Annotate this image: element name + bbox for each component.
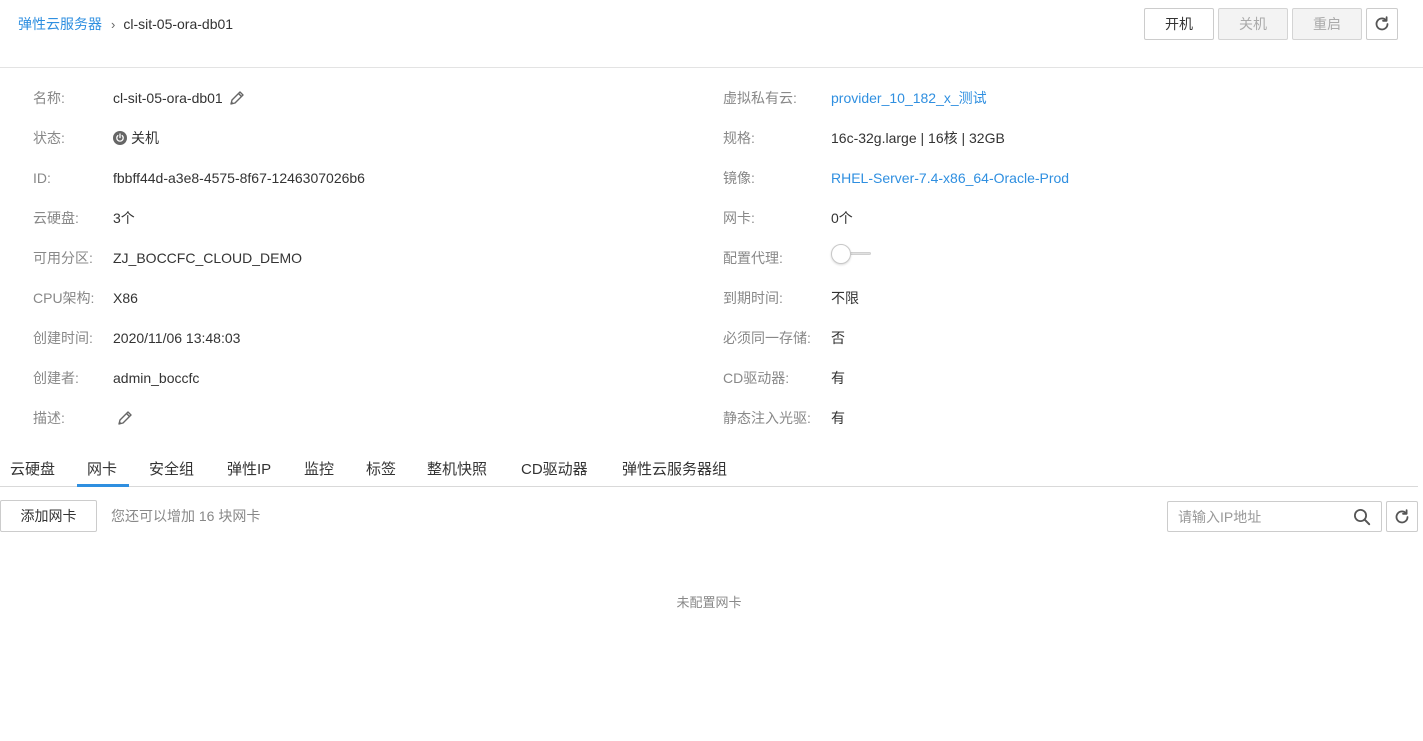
tab-tags[interactable]: 标签 bbox=[366, 458, 396, 479]
tab-snapshot[interactable]: 整机快照 bbox=[427, 458, 487, 479]
breadcrumb-separator: › bbox=[111, 16, 116, 32]
detail-label: 云硬盘: bbox=[33, 210, 79, 226]
detail-label: 到期时间: bbox=[723, 290, 783, 306]
detail-label: 静态注入光驱: bbox=[723, 410, 811, 426]
breadcrumb-parent-link[interactable]: 弹性云服务器 bbox=[18, 14, 102, 34]
detail-row-same-storage: 必须同一存储: 否 bbox=[723, 328, 1413, 348]
detail-label: 描述: bbox=[33, 410, 65, 426]
refresh-icon bbox=[1375, 16, 1389, 31]
refresh-button[interactable] bbox=[1366, 8, 1398, 40]
detail-value: 16c-32g.large | 16核 | 32GB bbox=[831, 130, 1005, 146]
tab-server-group[interactable]: 弹性云服务器组 bbox=[622, 458, 727, 479]
tab-cloud-disk[interactable]: 云硬盘 bbox=[10, 458, 55, 479]
add-nic-button[interactable]: 添加网卡 bbox=[0, 500, 97, 532]
server-name-value: cl-sit-05-ora-db01 bbox=[113, 90, 223, 106]
detail-row-status: 状态: 关机 bbox=[33, 128, 683, 148]
proxy-toggle[interactable] bbox=[831, 244, 873, 264]
ip-search-input[interactable] bbox=[1168, 502, 1344, 531]
detail-label: 可用分区: bbox=[33, 250, 93, 266]
ip-search-box bbox=[1167, 501, 1382, 532]
detail-row-nics: 网卡: 0个 bbox=[723, 208, 1413, 228]
tab-security-group[interactable]: 安全组 bbox=[149, 458, 194, 479]
start-button[interactable]: 开机 bbox=[1144, 8, 1214, 40]
detail-value: 有 bbox=[831, 410, 845, 426]
detail-value: 不限 bbox=[831, 290, 859, 306]
tab-elastic-ip[interactable]: 弹性IP bbox=[227, 458, 271, 479]
detail-row-name: 名称: cl-sit-05-ora-db01 bbox=[33, 88, 683, 108]
restart-button[interactable]: 重启 bbox=[1292, 8, 1362, 40]
detail-value: 3个 bbox=[113, 210, 135, 226]
detail-value: X86 bbox=[113, 290, 138, 306]
detail-row-flavor: 规格: 16c-32g.large | 16核 | 32GB bbox=[723, 128, 1413, 148]
breadcrumb-current: cl-sit-05-ora-db01 bbox=[123, 16, 234, 32]
detail-label: 镜像: bbox=[723, 170, 755, 186]
status-value: 关机 bbox=[131, 130, 159, 146]
detail-value: 否 bbox=[831, 330, 845, 346]
stop-button[interactable]: 关机 bbox=[1218, 8, 1288, 40]
toggle-knob bbox=[831, 244, 851, 264]
detail-label: 虚拟私有云: bbox=[723, 90, 797, 106]
detail-label: CPU架构: bbox=[33, 290, 95, 306]
detail-row-zone: 可用分区: ZJ_BOCCFC_CLOUD_DEMO bbox=[33, 248, 683, 268]
power-off-icon bbox=[113, 131, 127, 145]
detail-label: 规格: bbox=[723, 130, 755, 146]
detail-row-static-cd: 静态注入光驱: 有 bbox=[723, 408, 1413, 428]
detail-value: admin_boccfc bbox=[113, 370, 200, 386]
detail-tabs: 云硬盘 网卡 安全组 弹性IP 监控 标签 整机快照 CD驱动器 弹性云服务器组 bbox=[0, 450, 1418, 487]
detail-row-description: 描述: bbox=[33, 408, 683, 428]
detail-value bbox=[113, 410, 133, 426]
detail-row-cd-drive: CD驱动器: 有 bbox=[723, 368, 1413, 388]
header-bar: 弹性云服务器 › cl-sit-05-ora-db01 开机 关机 重启 bbox=[0, 0, 1423, 68]
image-link[interactable]: RHEL-Server-7.4-x86_64-Oracle-Prod bbox=[831, 170, 1069, 186]
detail-label: 网卡: bbox=[723, 210, 755, 226]
detail-label: ID: bbox=[33, 170, 51, 186]
detail-value bbox=[831, 244, 873, 264]
detail-value: 0个 bbox=[831, 210, 853, 226]
detail-label: 创建时间: bbox=[33, 330, 93, 346]
tab-cd-drive[interactable]: CD驱动器 bbox=[521, 458, 588, 479]
nic-refresh-button[interactable] bbox=[1386, 501, 1418, 532]
detail-row-created-time: 创建时间: 2020/11/06 13:48:03 bbox=[33, 328, 683, 348]
edit-name-pencil-icon[interactable] bbox=[229, 90, 245, 106]
refresh-icon bbox=[1395, 508, 1409, 523]
detail-label: 创建者: bbox=[33, 370, 79, 386]
search-icon[interactable] bbox=[1353, 508, 1371, 526]
detail-row-image: 镜像: RHEL-Server-7.4-x86_64-Oracle-Prod bbox=[723, 168, 1413, 188]
detail-row-id: ID: fbbff44d-a3e8-4575-8f67-1246307026b6 bbox=[33, 168, 683, 188]
detail-label: 必须同一存储: bbox=[723, 330, 811, 346]
detail-value: fbbff44d-a3e8-4575-8f67-1246307026b6 bbox=[113, 170, 365, 186]
tab-monitor[interactable]: 监控 bbox=[304, 458, 334, 479]
empty-state-text: 未配置网卡 bbox=[676, 595, 742, 610]
detail-row-creator: 创建者: admin_boccfc bbox=[33, 368, 683, 388]
detail-row-vpc: 虚拟私有云: provider_10_182_x_测试 bbox=[723, 88, 1413, 108]
edit-description-pencil-icon[interactable] bbox=[117, 410, 133, 426]
detail-value: 有 bbox=[831, 370, 845, 386]
vpc-link[interactable]: provider_10_182_x_测试 bbox=[831, 88, 987, 108]
detail-label: 状态: bbox=[33, 130, 65, 146]
active-tab-indicator bbox=[77, 484, 129, 487]
detail-value: 2020/11/06 13:48:03 bbox=[113, 330, 241, 346]
detail-value: ZJ_BOCCFC_CLOUD_DEMO bbox=[113, 250, 303, 266]
detail-value: cl-sit-05-ora-db01 bbox=[113, 90, 245, 106]
detail-row-disks: 云硬盘: 3个 bbox=[33, 208, 683, 228]
detail-label: 配置代理: bbox=[723, 250, 783, 266]
detail-value: 关机 bbox=[113, 128, 159, 148]
detail-row-expiry: 到期时间: 不限 bbox=[723, 288, 1413, 308]
detail-row-cpu-arch: CPU架构: X86 bbox=[33, 288, 683, 308]
tab-nic[interactable]: 网卡 bbox=[87, 458, 117, 479]
detail-label: 名称: bbox=[33, 90, 65, 106]
detail-row-proxy: 配置代理: bbox=[723, 244, 1413, 268]
detail-label: CD驱动器: bbox=[723, 370, 790, 386]
nic-quota-hint: 您还可以增加 16 块网卡 bbox=[111, 508, 261, 524]
breadcrumb: 弹性云服务器 › cl-sit-05-ora-db01 bbox=[18, 14, 233, 34]
